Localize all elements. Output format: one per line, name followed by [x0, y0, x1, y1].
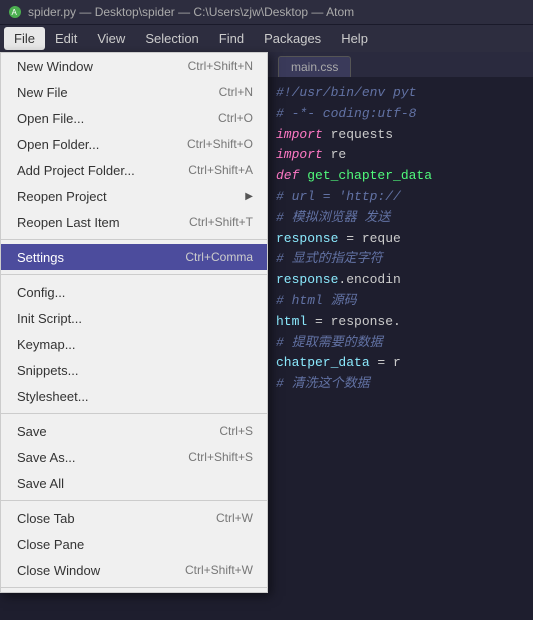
code-line: # html 源码 — [276, 291, 525, 312]
code-line: import requests — [276, 125, 525, 146]
code-line: response = reque — [276, 229, 525, 250]
menu-item-close-tab[interactable]: Close Tab Ctrl+W — [1, 505, 267, 531]
menu-bar-item-selection[interactable]: Selection — [135, 27, 208, 50]
menu-divider — [1, 413, 267, 414]
code-line: # 清洗这个数据 — [276, 374, 525, 395]
menu-item-label: Snippets... — [17, 363, 78, 378]
menu-item-shortcut: Ctrl+W — [216, 511, 253, 525]
code-line: html = response. — [276, 312, 525, 333]
menu-divider — [1, 500, 267, 501]
menu-item-label: Config... — [17, 285, 65, 300]
code-line: # 模拟浏览器 发送 — [276, 208, 525, 229]
menu-bar-item-edit[interactable]: Edit — [45, 27, 87, 50]
menu-item-open-file---[interactable]: Open File... Ctrl+O — [1, 105, 267, 131]
menu-item-arrow: ▶ — [245, 191, 253, 202]
menu-bar: FileEditViewSelectionFindPackagesHelp — [0, 24, 533, 52]
menu-item-shortcut: Ctrl+Shift+A — [188, 163, 253, 177]
menu-item-shortcut: Ctrl+Shift+S — [188, 450, 253, 464]
menu-item-init-script---[interactable]: Init Script... — [1, 305, 267, 331]
main-layout: New Window Ctrl+Shift+N New File Ctrl+N Open… — [0, 52, 533, 620]
menu-item-add-project-folder---[interactable]: Add Project Folder... Ctrl+Shift+A — [1, 157, 267, 183]
title-bar: A spider.py — Desktop\spider — C:\Users\… — [0, 0, 533, 24]
menu-item-shortcut: Ctrl+O — [218, 111, 253, 125]
menu-item-label: Save All — [17, 476, 64, 491]
menu-item-label: Open Folder... — [17, 137, 99, 152]
menu-item-shortcut: Ctrl+Shift+T — [189, 215, 253, 229]
menu-bar-item-find[interactable]: Find — [209, 27, 254, 50]
menu-item-save-as---[interactable]: Save As... Ctrl+Shift+S — [1, 444, 267, 470]
menu-item-keymap---[interactable]: Keymap... — [1, 331, 267, 357]
code-tab[interactable]: main.css — [278, 56, 351, 77]
menu-item-config---[interactable]: Config... — [1, 279, 267, 305]
menu-item-label: Add Project Folder... — [17, 163, 135, 178]
menu-item-new-file[interactable]: New File Ctrl+N — [1, 79, 267, 105]
menu-item-reopen-project[interactable]: Reopen Project ▶ — [1, 183, 267, 209]
menu-item-shortcut: Ctrl+Shift+O — [187, 137, 253, 151]
menu-item-label: Reopen Project — [17, 189, 107, 204]
menu-item-label: Stylesheet... — [17, 389, 89, 404]
menu-item-label: Reopen Last Item — [17, 215, 120, 230]
menu-item-shortcut: Ctrl+Shift+N — [188, 59, 253, 73]
menu-divider — [1, 587, 267, 588]
menu-item-snippets---[interactable]: Snippets... — [1, 357, 267, 383]
code-line: # 提取需要的数据 — [276, 333, 525, 354]
menu-item-close-window[interactable]: Close Window Ctrl+Shift+W — [1, 557, 267, 583]
code-line: # url = 'http:// — [276, 187, 525, 208]
menu-item-open-folder---[interactable]: Open Folder... Ctrl+Shift+O — [1, 131, 267, 157]
code-line: # 显式的指定字符 — [276, 249, 525, 270]
app-icon: A — [8, 5, 22, 19]
menu-item-label: Save As... — [17, 450, 76, 465]
menu-item-stylesheet---[interactable]: Stylesheet... — [1, 383, 267, 409]
menu-item-close-pane[interactable]: Close Pane — [1, 531, 267, 557]
svg-text:A: A — [12, 8, 18, 17]
title-text: spider.py — Desktop\spider — C:\Users\zj… — [28, 5, 354, 19]
code-line: chatper_data = r — [276, 353, 525, 374]
menu-divider — [1, 239, 267, 240]
menu-item-label: Settings — [17, 250, 64, 265]
file-menu-dropdown: New Window Ctrl+Shift+N New File Ctrl+N Open… — [0, 52, 268, 593]
code-line: def get_chapter_data — [276, 166, 525, 187]
menu-item-save[interactable]: Save Ctrl+S — [1, 418, 267, 444]
menu-item-shortcut: Ctrl+Shift+W — [185, 563, 253, 577]
menu-item-label: Close Tab — [17, 511, 75, 526]
menu-item-label: Save — [17, 424, 47, 439]
menu-item-shortcut: Ctrl+Comma — [185, 250, 253, 264]
menu-item-label: Init Script... — [17, 311, 82, 326]
menu-item-settings[interactable]: Settings Ctrl+Comma — [1, 244, 267, 270]
menu-bar-item-view[interactable]: View — [87, 27, 135, 50]
menu-bar-item-packages[interactable]: Packages — [254, 27, 331, 50]
menu-item-label: New File — [17, 85, 68, 100]
code-line: response.encodin — [276, 270, 525, 291]
code-tab-bar: main.css — [268, 52, 533, 77]
menu-item-new-window[interactable]: New Window Ctrl+Shift+N — [1, 53, 267, 79]
code-line: #!/usr/bin/env pyt — [276, 83, 525, 104]
menu-bar-item-help[interactable]: Help — [331, 27, 378, 50]
code-line: import re — [276, 145, 525, 166]
menu-item-label: Close Window — [17, 563, 100, 578]
code-area: main.css #!/usr/bin/env pyt# -*- coding:… — [268, 52, 533, 620]
menu-item-shortcut: Ctrl+S — [219, 424, 253, 438]
menu-item-shortcut: Ctrl+N — [219, 85, 253, 99]
menu-bar-item-file[interactable]: File — [4, 27, 45, 50]
menu-item-label: Close Pane — [17, 537, 84, 552]
code-content: #!/usr/bin/env pyt# -*- coding:utf-8impo… — [268, 77, 533, 401]
code-line: # -*- coding:utf-8 — [276, 104, 525, 125]
menu-divider — [1, 274, 267, 275]
menu-item-label: Keymap... — [17, 337, 76, 352]
menu-item-label: Open File... — [17, 111, 84, 126]
menu-item-label: New Window — [17, 59, 93, 74]
menu-item-reopen-last-item[interactable]: Reopen Last Item Ctrl+Shift+T — [1, 209, 267, 235]
menu-item-save-all[interactable]: Save All — [1, 470, 267, 496]
